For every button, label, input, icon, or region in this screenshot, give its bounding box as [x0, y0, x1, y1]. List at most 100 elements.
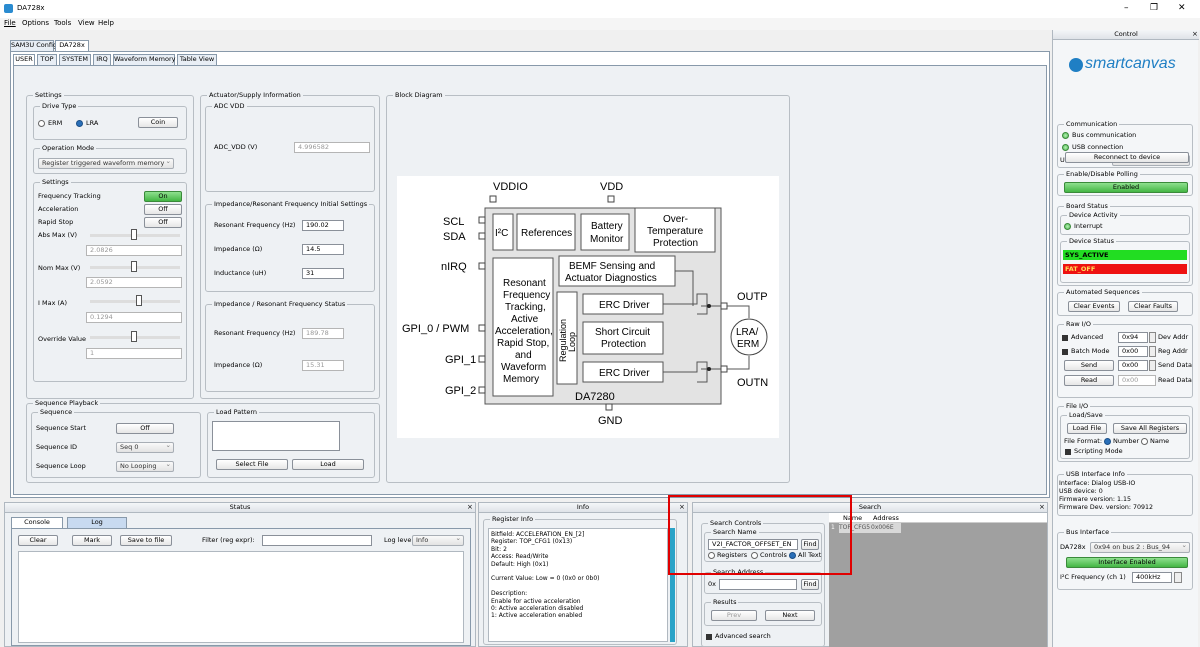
send-button[interactable]: Send: [1064, 360, 1114, 371]
maximize-button[interactable]: ❐: [1150, 3, 1158, 13]
log-level-select[interactable]: Info: [412, 535, 464, 546]
select-file-button[interactable]: Select File: [216, 459, 288, 470]
override-field[interactable]: 1: [86, 348, 182, 359]
impedance-status-label: Impedance (Ω): [214, 361, 263, 369]
imax-slider-track[interactable]: [90, 300, 180, 303]
tab-irq[interactable]: IRQ: [93, 54, 111, 65]
control-close-icon[interactable]: ×: [1192, 30, 1198, 38]
prev-button[interactable]: Prev: [711, 610, 757, 621]
menu-tools[interactable]: Tools: [54, 19, 71, 27]
search-close-icon[interactable]: ×: [1039, 503, 1045, 511]
console-output[interactable]: [18, 551, 464, 643]
sequence-id-select[interactable]: Seq 0: [116, 442, 174, 453]
menu-help[interactable]: Help: [98, 19, 114, 27]
search-address-input[interactable]: [719, 579, 797, 590]
results-header: Name Address: [829, 513, 1047, 523]
batch-mode-checkbox[interactable]: [1062, 349, 1068, 355]
block-short-line1: Short Circuit: [595, 327, 650, 338]
acceleration-toggle[interactable]: Off: [144, 204, 182, 215]
scripting-mode-checkbox[interactable]: [1065, 449, 1071, 455]
filter-label: Filter (reg expr):: [202, 536, 255, 544]
imax-field[interactable]: 0.1294: [86, 312, 182, 323]
res-freq-status-field[interactable]: 189.78: [302, 328, 344, 339]
inductance-field[interactable]: 31: [302, 268, 344, 279]
pin-outn: OUTN: [737, 377, 768, 389]
next-button[interactable]: Next: [765, 610, 815, 621]
i2c-frequency-input[interactable]: 400kHz: [1132, 572, 1172, 583]
filter-input[interactable]: [262, 535, 372, 546]
dev-addr-spinner-icon[interactable]: [1149, 332, 1156, 343]
name-label: Name: [1150, 437, 1170, 445]
abs-max-slider-handle[interactable]: [131, 229, 137, 240]
block-bemf-line1: BEMF Sensing and: [569, 261, 655, 272]
lra-radio[interactable]: [76, 120, 83, 127]
impedance-init-field[interactable]: 14.5: [302, 244, 344, 255]
menu-file[interactable]: File: [4, 19, 16, 27]
tab-system[interactable]: SYSTEM: [59, 54, 91, 65]
read-data-input[interactable]: 0x00: [1118, 375, 1156, 386]
interface-enabled-toggle[interactable]: Interface Enabled: [1066, 557, 1188, 568]
find-address-button[interactable]: Find: [801, 579, 819, 590]
tab-sam3u-config[interactable]: SAM3U Config: [10, 40, 57, 51]
impedance-status-field[interactable]: 15.31: [302, 360, 344, 371]
menu-options[interactable]: Options: [22, 19, 49, 27]
board-status-group: Board Status Device Activity Interrupt D…: [1057, 202, 1193, 286]
logo: smartcanvas: [1069, 52, 1187, 78]
tab-user[interactable]: USER: [13, 54, 35, 65]
sequence-loop-select[interactable]: No Looping: [116, 461, 174, 472]
minimize-button[interactable]: –: [1124, 3, 1129, 13]
save-all-registers-button[interactable]: Save All Registers: [1113, 423, 1187, 434]
read-button[interactable]: Read: [1064, 375, 1114, 386]
tab-log[interactable]: Log: [67, 517, 127, 528]
menu-view[interactable]: View: [78, 19, 95, 27]
close-button[interactable]: ✕: [1178, 3, 1186, 13]
load-pattern-field[interactable]: [212, 421, 340, 451]
info-line: Enable for active acceleration: [491, 597, 581, 605]
dev-addr-input[interactable]: 0x94: [1118, 332, 1148, 343]
results-legend: Results: [711, 598, 739, 607]
tab-console[interactable]: Console: [11, 517, 63, 528]
name-radio[interactable]: [1141, 438, 1148, 445]
save-to-file-button[interactable]: Save to file: [120, 535, 172, 546]
imax-slider-handle[interactable]: [136, 295, 142, 306]
override-slider-handle[interactable]: [131, 331, 137, 342]
frequency-tracking-toggle[interactable]: On: [144, 191, 182, 202]
reconnect-button[interactable]: Reconnect to device: [1065, 152, 1189, 163]
number-radio[interactable]: [1104, 438, 1111, 445]
rapid-stop-toggle[interactable]: Off: [144, 217, 182, 228]
coin-button[interactable]: Coin: [138, 117, 178, 128]
status-title: Status: [5, 503, 475, 513]
send-data-input[interactable]: 0x00: [1118, 360, 1148, 371]
nom-max-field[interactable]: 2.0592: [86, 277, 182, 288]
load-button[interactable]: Load: [292, 459, 364, 470]
adc-vdd-field[interactable]: 4.996582: [294, 142, 370, 153]
clear-events-button[interactable]: Clear Events: [1068, 301, 1120, 312]
tab-waveform-memory[interactable]: Waveform Memory: [113, 54, 176, 65]
res-freq-init-field[interactable]: 190.02: [302, 220, 344, 231]
i2c-frequency-spinner-icon[interactable]: [1174, 572, 1182, 583]
erm-radio[interactable]: [38, 120, 45, 127]
advanced-checkbox[interactable]: [1062, 335, 1068, 341]
sequence-playback-group: Sequence Playback Sequence Sequence Star…: [26, 399, 380, 483]
tab-da728x[interactable]: DA728x: [55, 40, 89, 51]
mark-button[interactable]: Mark: [72, 535, 112, 546]
load-file-button[interactable]: Load File: [1067, 423, 1107, 434]
operation-mode-select[interactable]: Register triggered waveform memory: [38, 158, 174, 169]
tab-table-view[interactable]: Table View: [177, 54, 217, 65]
info-line: Description:: [491, 590, 528, 598]
table-row[interactable]: 1 TOP_CFG5 0x006E: [829, 523, 1047, 533]
advanced-search-checkbox[interactable]: [706, 634, 712, 640]
sequence-start-toggle[interactable]: Off: [116, 423, 174, 434]
bus-select[interactable]: 0x94 on bus 2 : Bus_94: [1090, 542, 1190, 553]
reg-addr-input[interactable]: 0x00: [1118, 346, 1148, 357]
clear-button[interactable]: Clear: [18, 535, 58, 546]
tab-top[interactable]: TOP: [37, 54, 57, 65]
polling-toggle[interactable]: Enabled: [1064, 182, 1188, 193]
send-data-spinner-icon[interactable]: [1149, 360, 1156, 371]
reg-addr-spinner-icon[interactable]: [1149, 346, 1156, 357]
abs-max-field[interactable]: 2.0826: [86, 245, 182, 256]
col-address-header[interactable]: Address: [873, 514, 899, 522]
nom-max-slider-handle[interactable]: [131, 261, 137, 272]
clear-faults-button[interactable]: Clear Faults: [1128, 301, 1178, 312]
status-close-icon[interactable]: ×: [467, 503, 473, 511]
